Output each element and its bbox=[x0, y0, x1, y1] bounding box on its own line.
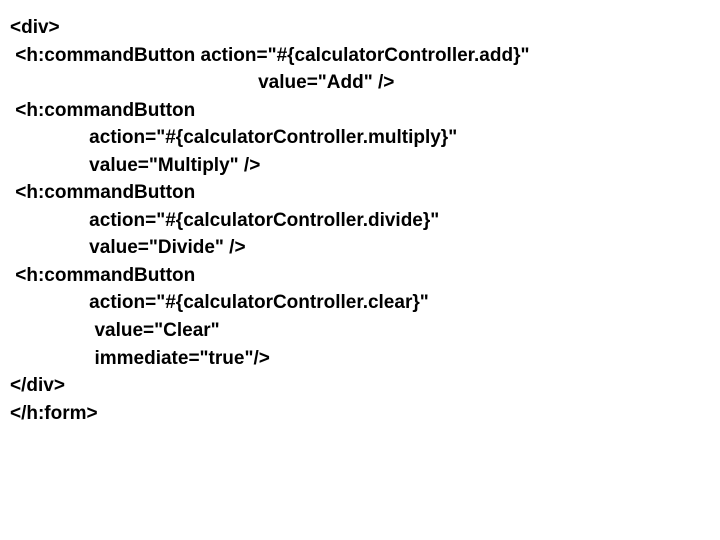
code-line: action="#{calculatorController.divide}" bbox=[10, 207, 710, 235]
code-line: immediate="true"/> bbox=[10, 345, 710, 373]
code-line: <div> bbox=[10, 14, 710, 42]
code-line: <h:commandButton bbox=[10, 97, 710, 125]
code-line: action="#{calculatorController.clear}" bbox=[10, 289, 710, 317]
code-line: value="Multiply" /> bbox=[10, 152, 710, 180]
code-line: value="Add" /> bbox=[10, 69, 710, 97]
code-line: value="Clear" bbox=[10, 317, 710, 345]
code-line: value="Divide" /> bbox=[10, 234, 710, 262]
code-line: <h:commandButton bbox=[10, 262, 710, 290]
code-line: <h:commandButton action="#{calculatorCon… bbox=[10, 42, 710, 70]
code-line: </h:form> bbox=[10, 400, 710, 428]
code-line: <h:commandButton bbox=[10, 179, 710, 207]
code-line: </div> bbox=[10, 372, 710, 400]
code-line: action="#{calculatorController.multiply}… bbox=[10, 124, 710, 152]
